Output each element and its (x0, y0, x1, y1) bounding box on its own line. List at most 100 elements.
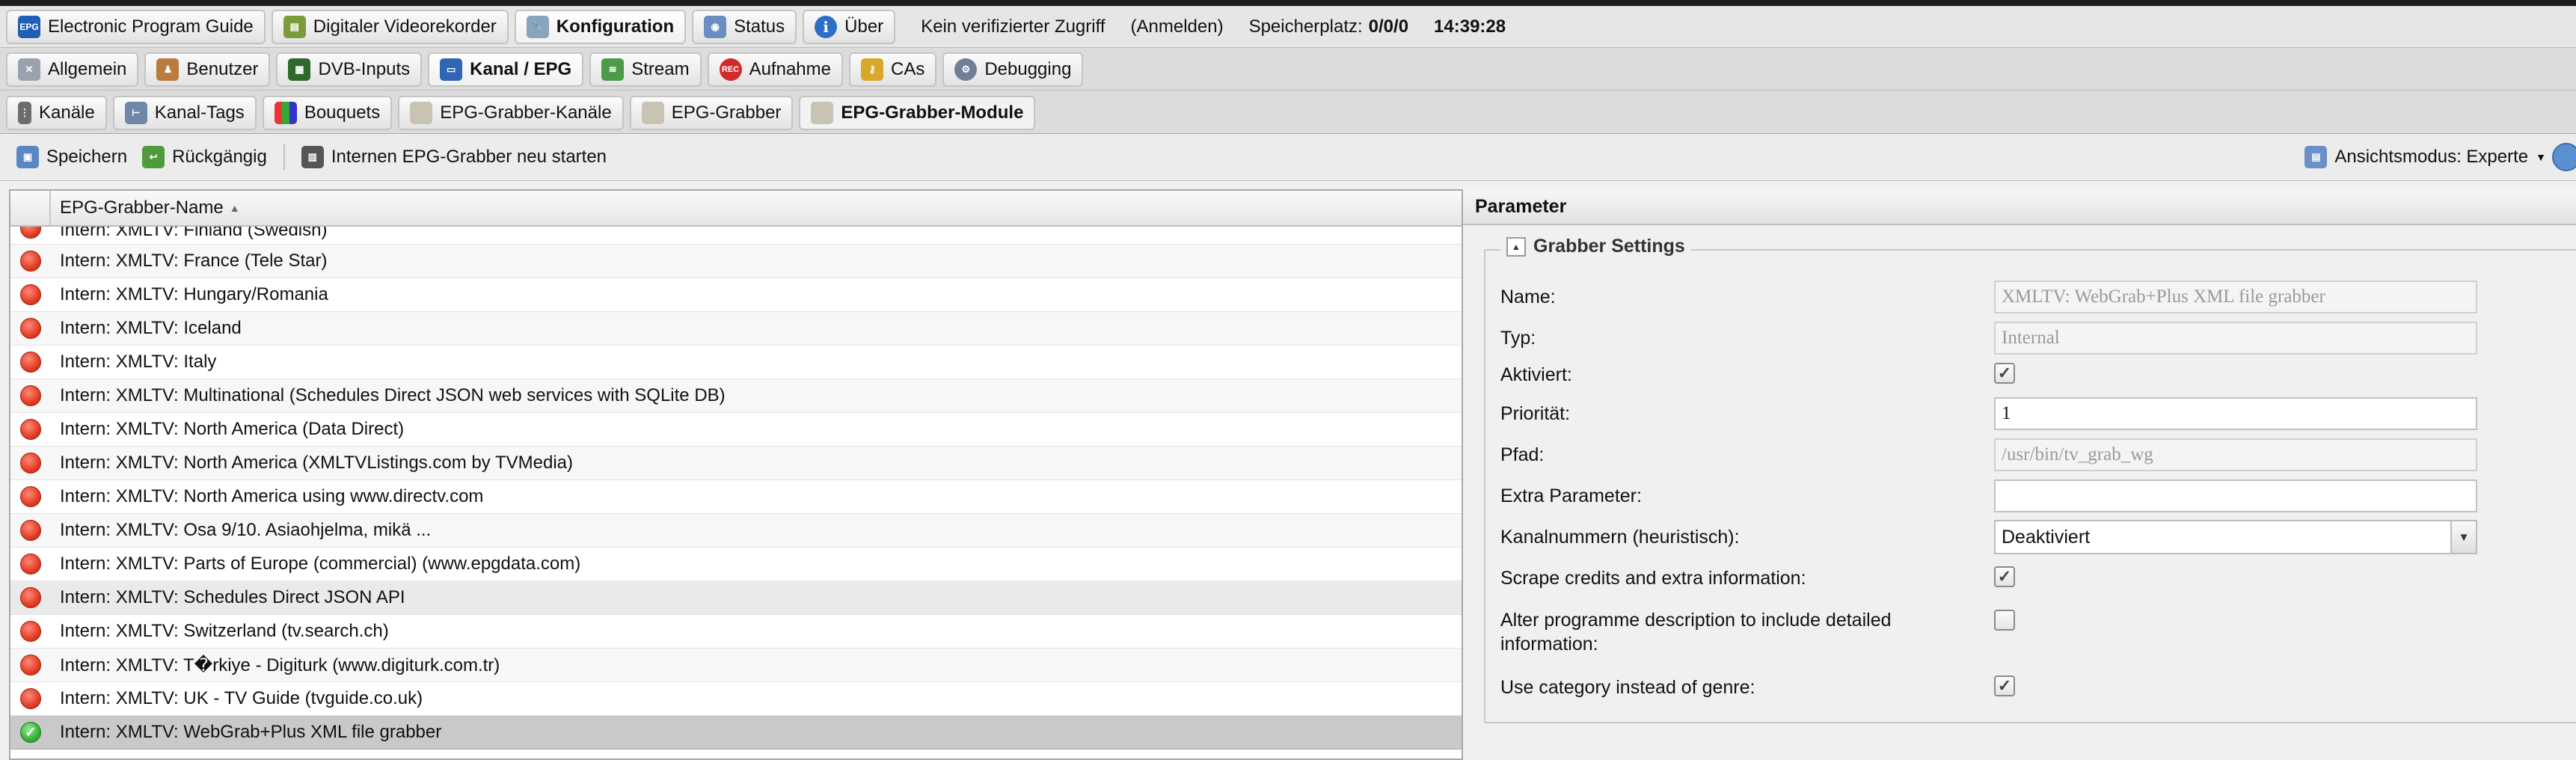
collapse-toggle[interactable]: ▲ (1506, 236, 1526, 257)
tab-dvb-inputs[interactable]: ▦ DVB-Inputs (276, 52, 423, 87)
tab-label: EPG-Grabber-Kanäle (440, 102, 612, 123)
grabber-name-cell: Intern: XMLTV: North America (Data Direc… (60, 419, 405, 439)
grabber-name-cell: Intern: XMLTV: Multinational (Schedules … (60, 385, 726, 405)
restart-label: Internen EPG-Grabber neu starten (331, 147, 607, 167)
page-icon (811, 102, 834, 124)
panel-title: Parameter (1463, 189, 2576, 225)
tag-tree-icon: ⊢ (124, 102, 147, 124)
scrape-credits-checkbox[interactable]: ✓ (1994, 566, 2015, 587)
grid-row[interactable]: Intern: XMLTV: Osa 9/10. Asiaohjelma, mi… (10, 514, 1463, 548)
tab-users[interactable]: ♟ Benutzer (144, 52, 271, 87)
channel-numbers-select[interactable]: Deaktiviert ▼ (1994, 520, 2477, 554)
view-mode-icon: ▤ (2304, 146, 2328, 168)
tab-general[interactable]: ✕ Allgemein (6, 52, 139, 87)
tab-stream[interactable]: ≋ Stream (589, 52, 702, 87)
grid-row[interactable]: Intern: XMLTV: UK - TV Guide (tvguide.co… (10, 682, 1463, 716)
tab-dvr[interactable]: ▤ Digitaler Videorekorder (271, 10, 509, 44)
save-button[interactable]: ▣ Speichern (9, 141, 135, 174)
tab-configuration[interactable]: 🔧 Konfiguration (514, 10, 687, 44)
enabled-check-icon: ✓ (20, 722, 41, 743)
storage-value: 0/0/0 (1368, 16, 1409, 37)
grid-row[interactable]: Intern: XMLTV: Italy (10, 346, 1463, 379)
help-button[interactable] (2552, 143, 2576, 171)
view-mode-dropdown[interactable]: ▤ Ansichtsmodus: Experte ▼ (2304, 140, 2546, 174)
info-icon: i (815, 16, 838, 38)
channel-numbers-label: Kanalnummern (heuristisch): (1500, 527, 1740, 548)
grid-row[interactable]: Intern: XMLTV: Iceland (10, 312, 1463, 346)
use-category-checkbox[interactable]: ✓ (1994, 675, 2015, 696)
tab-epg[interactable]: EPG Electronic Program Guide (6, 10, 266, 44)
type-input[interactable]: Internal (1994, 322, 2477, 355)
grid-row[interactable]: Intern: XMLTV: North America (XMLTVListi… (10, 447, 1463, 480)
grid-rows: Intern: XMLTV: Finland (Swedish) Intern: … (10, 227, 1463, 750)
undo-label: Rückgängig (172, 147, 267, 167)
tab-label: Kanal / EPG (470, 59, 572, 79)
priority-input[interactable]: 1 (1994, 397, 2477, 430)
remote-icon: ⋮ (18, 102, 31, 124)
tab-epg-grabber-channels[interactable]: EPG-Grabber-Kanäle (398, 96, 624, 130)
grabber-name-cell: Intern: XMLTV: Schedules Direct JSON API (60, 587, 405, 607)
wrench-icon: 🔧 (526, 16, 549, 38)
grid-row[interactable]: Intern: XMLTV: France (Tele Star) (10, 245, 1463, 278)
name-input[interactable]: XMLTV: WebGrab+Plus XML file grabber (1994, 281, 2477, 313)
tab-about[interactable]: i Über (803, 10, 896, 44)
extra-parameters-input[interactable] (1994, 479, 2477, 512)
tab-status[interactable]: ◉ Status (692, 10, 797, 44)
tab-channel-tags[interactable]: ⊢ Kanal-Tags (112, 96, 257, 130)
tab-channel-epg[interactable]: ▭ Kanal / EPG (428, 52, 584, 87)
disabled-dot-icon (20, 587, 41, 608)
grid-row[interactable]: Intern: XMLTV: Parts of Europe (commerci… (10, 548, 1463, 581)
extra-parameters-label: Extra Parameter: (1500, 485, 1642, 506)
tab-label: Benutzer (186, 59, 259, 79)
alter-description-checkbox[interactable] (1994, 610, 2015, 631)
tab-label: Konfiguration (556, 16, 675, 37)
enabled-checkbox[interactable]: ✓ (1994, 363, 2015, 384)
status-cell (10, 312, 51, 345)
name-column-header[interactable]: EPG-Grabber-Name ▲ (60, 191, 240, 225)
tab-label: Digitaler Videorekorder (313, 16, 497, 37)
status-cell (10, 278, 51, 311)
undo-button[interactable]: ↩ Rückgängig (135, 141, 275, 174)
grid-row[interactable]: ✓ Intern: XMLTV: WebGrab+Plus XML file gr… (10, 716, 1463, 750)
tab-cas[interactable]: ⚷ CAs (848, 52, 937, 87)
grid-row[interactable]: Intern: XMLTV: Hungary/Romania (10, 278, 1463, 312)
disabled-dot-icon (20, 621, 41, 642)
save-icon: ▣ (16, 146, 39, 168)
fieldset-legend: ▲ Grabber Settings (1500, 236, 1691, 257)
grid-row[interactable]: Intern: XMLTV: Schedules Direct JSON API (10, 581, 1463, 615)
tab-debugging[interactable]: ⚙ Debugging (942, 52, 1084, 87)
tab-epg-grabber[interactable]: EPG-Grabber (629, 96, 794, 130)
grid-row[interactable]: Intern: XMLTV: Multinational (Schedules … (10, 379, 1463, 413)
chevron-down-icon: ▼ (2450, 521, 2476, 553)
grid-row[interactable]: Intern: XMLTV: North America using www.d… (10, 480, 1463, 514)
toolbar-separator (283, 144, 285, 170)
tab-epg-grabber-modules[interactable]: EPG-Grabber-Module (799, 96, 1036, 130)
path-input[interactable]: /usr/bin/tv_grab_wg (1994, 438, 2477, 471)
undo-icon: ↩ (142, 146, 165, 168)
disabled-dot-icon (20, 486, 41, 507)
dvb-card-icon: ▦ (288, 58, 311, 81)
status-cell (10, 379, 51, 412)
grid-row[interactable]: Intern: XMLTV: T�rkiye - Digiturk (www.d… (10, 649, 1463, 682)
alter-description-label-line2: information: (1500, 634, 1598, 655)
grid-row[interactable]: Intern: XMLTV: North America (Data Direc… (10, 413, 1463, 447)
tab-channels[interactable]: ⋮ Kanäle (6, 96, 107, 130)
sort-ascending-icon: ▲ (229, 202, 240, 214)
login-link[interactable]: (Anmelden) (1131, 10, 1224, 44)
status-cell (10, 447, 51, 479)
restart-grabber-button[interactable]: ▥ Internen EPG-Grabber neu starten (294, 141, 614, 174)
disabled-dot-icon (20, 520, 41, 541)
tab-label: Debugging (984, 59, 1072, 79)
tab-bouquets[interactable]: Bouquets (262, 96, 393, 130)
disabled-dot-icon (20, 284, 41, 305)
users-icon: ♟ (156, 58, 180, 81)
grid-row[interactable]: Intern: XMLTV: Switzerland (tv.search.ch… (10, 615, 1463, 649)
grid-row[interactable]: Intern: XMLTV: Finland (Swedish) (10, 227, 1463, 245)
tab-label: Bouquets (304, 102, 381, 123)
scrape-credits-label: Scrape credits and extra information: (1500, 568, 1806, 589)
use-category-label: Use category instead of genre: (1500, 677, 1755, 698)
disabled-dot-icon (20, 352, 41, 373)
status-cell (10, 480, 51, 513)
window-top-strip (0, 0, 2576, 6)
tab-recording[interactable]: REC Aufnahme (707, 52, 843, 87)
